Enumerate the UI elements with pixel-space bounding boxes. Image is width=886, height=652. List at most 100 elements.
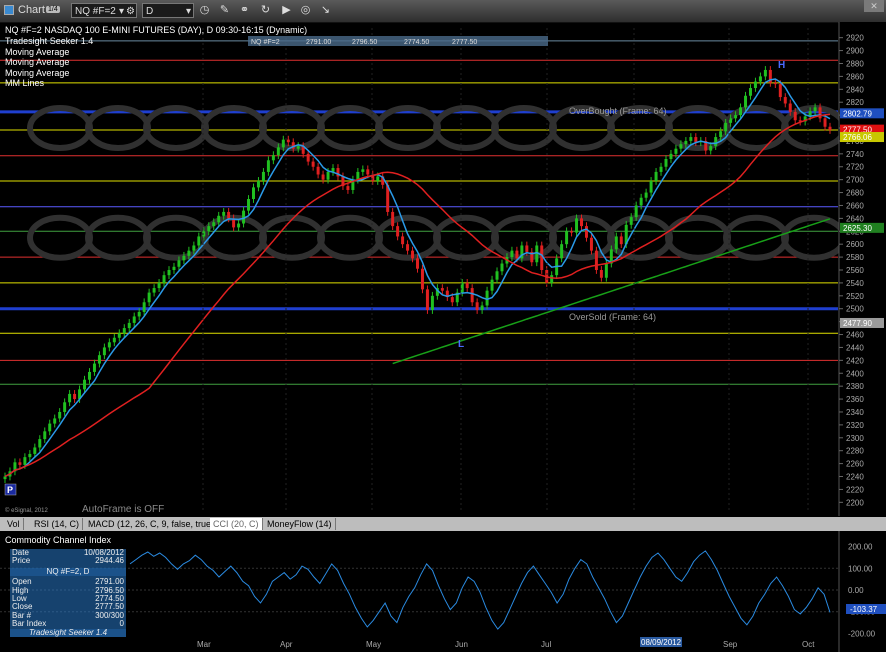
x-tick-label: Sep — [723, 640, 738, 649]
y-tick-label: 2420 — [846, 356, 864, 365]
y-tick-label: 2640 — [846, 214, 864, 223]
candle-body — [614, 236, 618, 250]
candle-body — [311, 161, 315, 167]
gear-icon[interactable]: ⚙ — [126, 4, 135, 19]
tab-cci[interactable]: CCI (20, C) — [210, 518, 263, 530]
candle-body — [38, 439, 42, 448]
study-label[interactable]: MM Lines — [5, 78, 45, 88]
ring-deco — [665, 214, 731, 261]
candle-body — [729, 118, 733, 123]
candle-body — [147, 292, 151, 303]
symbol-input[interactable]: NQ #F=2 ▾ ⚙ — [71, 3, 137, 18]
candle-body — [719, 131, 723, 138]
ring-deco — [259, 214, 325, 261]
pencil-icon[interactable]: ✎ — [217, 3, 232, 18]
play-icon[interactable]: ▶ — [279, 3, 294, 18]
ma-medium-line — [4, 113, 831, 478]
y-tick-label: 2820 — [846, 98, 864, 107]
indicator-tabs: Vol RSI (14, C) MACD (12, 26, C, 9, fals… — [0, 517, 886, 531]
candle-body — [783, 97, 787, 104]
candle-body — [649, 180, 653, 193]
ring-deco — [317, 105, 383, 152]
candle-body — [366, 169, 370, 175]
study-label[interactable]: Moving Average — [5, 68, 69, 78]
candle-body — [48, 423, 52, 432]
interval-input[interactable]: D ▾ — [142, 3, 194, 18]
x-tick-label: Mar — [197, 640, 211, 649]
candle-body — [739, 107, 743, 116]
y-tick-label: 2680 — [846, 189, 864, 198]
chevron-down-icon: ▾ — [118, 6, 124, 17]
candle-body — [252, 187, 255, 200]
candle-body — [475, 302, 479, 311]
target-icon[interactable]: ◎ — [298, 3, 313, 18]
candle-body — [813, 107, 817, 112]
candle-body — [361, 169, 365, 172]
close-icon[interactable]: ✕ — [864, 0, 884, 12]
tab-moneyflow[interactable]: MoneyFlow (14) — [264, 518, 336, 530]
candle-body — [828, 126, 832, 130]
candle-body — [570, 231, 574, 233]
y-tick-label: 2320 — [846, 421, 864, 430]
candle-body — [744, 95, 748, 108]
data-window[interactable]: Date 10/08/2012 Price 2944.46 NQ #F=2, D O… — [10, 548, 126, 638]
candle-body — [321, 174, 325, 180]
ring-deco — [259, 105, 325, 152]
ohlc-low: 2774.50 — [404, 39, 429, 46]
y-tick-label: 2440 — [846, 343, 864, 352]
candle-body — [679, 144, 683, 149]
y-tick-label: 2920 — [846, 34, 864, 43]
tab-macd[interactable]: MACD (12, 26, C, 9, false, true) — [85, 518, 219, 530]
candle-body — [172, 266, 176, 270]
candle-body — [510, 250, 514, 258]
candle-body — [102, 347, 106, 356]
data-row: Price 2944.46 — [12, 556, 124, 566]
candle-body — [28, 453, 32, 458]
cci-panel[interactable]: 200.00100.000.00-100.00-200.00 MarAprMay… — [0, 531, 886, 652]
candle-body — [684, 140, 688, 145]
candle-body — [256, 180, 260, 188]
candle-body — [420, 268, 424, 290]
candle-body — [237, 223, 241, 228]
candle-body — [669, 153, 673, 160]
study-label[interactable]: Tradesight Seeker 1.4 — [5, 36, 93, 46]
study-label[interactable]: Moving Average — [5, 57, 69, 67]
price-chart[interactable]: 2200 2220 2240 2260 2280 2300 2320 2340 2360 2380… — [0, 22, 886, 516]
candle-body — [182, 255, 186, 261]
cursor-icon[interactable]: ↘ — [318, 3, 333, 18]
candle-body — [33, 447, 37, 454]
tab-vol[interactable]: Vol — [4, 518, 24, 530]
candle-body — [450, 297, 454, 303]
cci-tick-label: 200.00 — [848, 543, 873, 552]
symbol-value: NQ #F=2 — [75, 6, 116, 17]
cci-tick-label: 100.00 — [848, 564, 873, 573]
candle-body — [604, 263, 608, 278]
y-tick-label: 2280 — [846, 447, 864, 456]
candle-body — [565, 231, 569, 245]
price-tag: 2625.30 — [843, 224, 872, 233]
link-icon[interactable]: ⚭ — [237, 3, 252, 18]
candle-body — [470, 288, 474, 303]
clock-icon[interactable]: ◷ — [197, 3, 212, 18]
candle-body — [515, 250, 519, 259]
y-tick-label: 2600 — [846, 240, 864, 249]
candle-body — [227, 211, 231, 219]
candle-body — [793, 111, 797, 121]
candle-body — [142, 302, 146, 312]
ring-deco — [723, 214, 789, 261]
candle-body — [92, 363, 96, 372]
y-tick-label: 2340 — [846, 408, 864, 417]
candle-body — [58, 411, 62, 419]
candle-body — [177, 260, 181, 267]
candle-body — [465, 282, 469, 289]
refresh-icon[interactable]: ↻ — [258, 3, 273, 18]
candle-body — [107, 342, 111, 348]
study-label[interactable]: Moving Average — [5, 47, 69, 57]
candle-body — [753, 81, 757, 89]
candle-body — [406, 244, 410, 251]
candle-body — [68, 393, 72, 403]
candle-body — [584, 226, 588, 238]
tab-rsi[interactable]: RSI (14, C) — [31, 518, 84, 530]
ring-deco — [491, 105, 557, 152]
candle-body — [187, 250, 191, 256]
